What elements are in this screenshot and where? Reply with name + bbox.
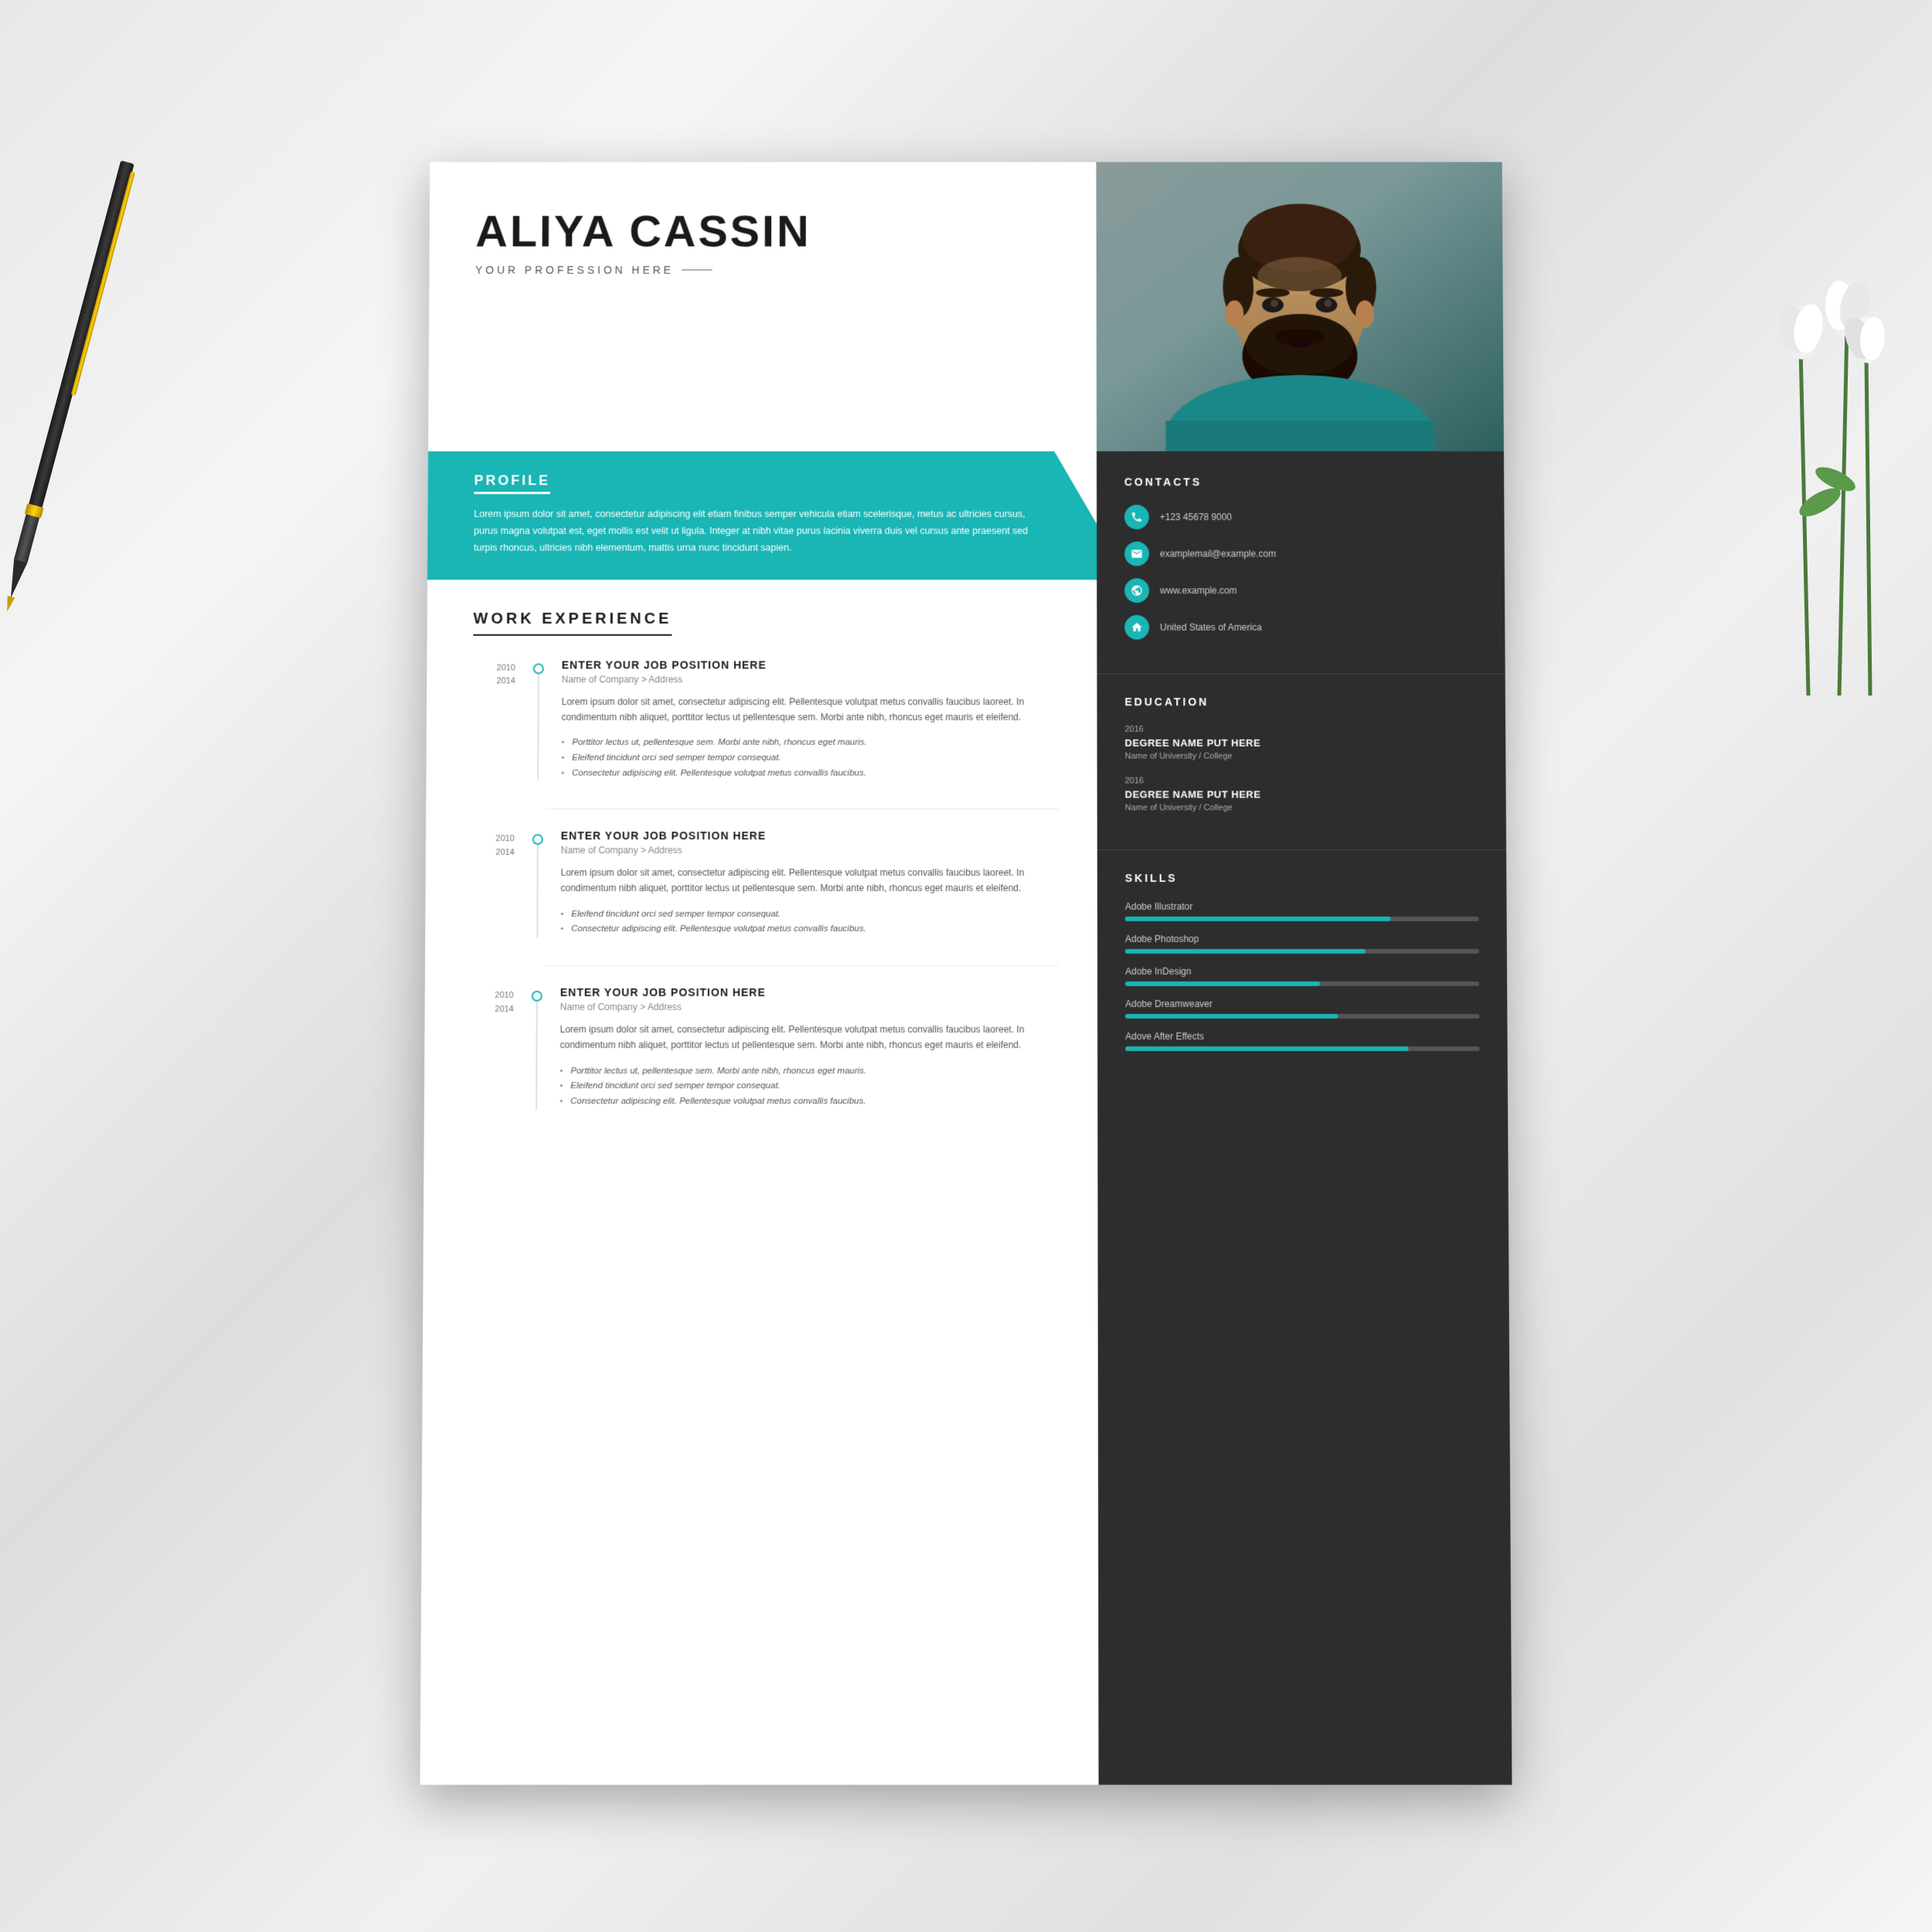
location-icon: [1124, 615, 1149, 640]
skill-bar-bg-2: [1125, 981, 1479, 986]
bullet-item: Consectetur adipiscing elit. Pellentesqu…: [560, 922, 1059, 937]
skill-item-0: Adobe Illustrator: [1125, 901, 1479, 921]
job-bullets-1: Porttitor lectus ut, pellentesque sem. M…: [561, 736, 1059, 781]
bullet-item: Eleifend tincidunt orci sed semper tempo…: [560, 1079, 1059, 1094]
skill-name-3: Adobe Dreamweaver: [1125, 998, 1479, 1009]
resume-document: ALIYA CASSIN YOUR PROFESSION HERE PROFIL…: [420, 162, 1512, 1785]
job-title-3: ENTER YOUR JOB POSITION HERE: [560, 986, 1059, 998]
skill-bar-bg-1: [1125, 949, 1479, 954]
skill-name-0: Adobe Illustrator: [1125, 901, 1479, 912]
edu-year-2: 2016: [1125, 777, 1478, 786]
job-company-3: Name of Company > Address: [560, 1002, 1059, 1012]
job-company-2: Name of Company > Address: [561, 845, 1059, 855]
decorative-tulips: [1747, 155, 1917, 699]
skill-bar-fill-2: [1125, 981, 1320, 986]
job-desc-1: Lorem ipsum dolor sit amet, consectetur …: [561, 694, 1058, 726]
skill-bar-bg-3: [1125, 1014, 1479, 1019]
bullet-item: Porttitor lectus ut, pellentesque sem. M…: [561, 736, 1058, 750]
header-area: ALIYA CASSIN YOUR PROFESSION HERE: [428, 162, 1097, 451]
job-entry-1: 2010 2014 ENTER YOUR JOB POSITION HERE N…: [472, 658, 1058, 781]
scene: ALIYA CASSIN YOUR PROFESSION HERE PROFIL…: [0, 0, 1932, 1932]
email-icon: [1124, 542, 1149, 566]
edu-school-1: Name of University / College: [1125, 752, 1478, 761]
bullet-item: Eleifend tincidunt orci sed semper tempo…: [561, 751, 1059, 766]
email-text: examplemail@example.com: [1160, 549, 1276, 560]
contacts-title: CONTACTS: [1124, 476, 1477, 488]
job-divider-2: [545, 965, 1059, 966]
work-experience-title: WORK EXPERIENCE: [473, 611, 672, 636]
bullet-item: Consectetur adipiscing elit. Pellentesqu…: [560, 1094, 1059, 1110]
job-dot-3: [529, 986, 545, 1110]
edu-entry-1: 2016 DEGREE NAME PUT HERE Name of Univer…: [1124, 725, 1478, 761]
edu-year-1: 2016: [1124, 725, 1478, 734]
job-entry-2: 2010 2014 ENTER YOUR JOB POSITION HERE N…: [471, 829, 1059, 937]
skill-item-2: Adobe InDesign: [1125, 966, 1479, 986]
skill-item-1: Adobe Photoshop: [1125, 934, 1479, 954]
job-content-3: ENTER YOUR JOB POSITION HERE Name of Com…: [560, 986, 1059, 1110]
skill-bar-fill-3: [1125, 1014, 1338, 1019]
contact-web: www.example.com: [1124, 578, 1477, 603]
job-content-2: ENTER YOUR JOB POSITION HERE Name of Com…: [560, 829, 1059, 937]
skill-name-2: Adobe InDesign: [1125, 966, 1479, 977]
skill-item-4: Adove After Effects: [1125, 1031, 1479, 1051]
job-years-1: 2010 2014: [472, 658, 515, 781]
right-panel: CONTACTS +123 45678 9000 examplemail@exa…: [1096, 162, 1512, 1785]
education-title: EDUCATION: [1124, 696, 1478, 708]
edu-school-2: Name of University / College: [1125, 803, 1478, 812]
bullet-item: Consectetur adipiscing elit. Pellentesqu…: [561, 766, 1059, 781]
contact-location: United States of America: [1124, 615, 1477, 640]
job-dot-2: [529, 829, 546, 937]
skill-bar-fill-1: [1125, 949, 1366, 954]
contacts-section: CONTACTS +123 45678 9000 examplemail@exa…: [1097, 451, 1505, 674]
web-text: www.example.com: [1160, 585, 1237, 596]
job-divider-1: [546, 808, 1059, 809]
skill-bar-bg-0: [1125, 917, 1479, 921]
phone-icon: [1124, 505, 1149, 529]
candidate-name: ALIYA CASSIN: [475, 208, 1058, 257]
skill-bar-bg-4: [1125, 1046, 1479, 1051]
contact-phone: +123 45678 9000: [1124, 505, 1477, 529]
profile-text: Lorem ipsum dolor sit amet, consectetur …: [474, 506, 1051, 556]
skill-item-3: Adobe Dreamweaver: [1125, 998, 1479, 1019]
job-company-1: Name of Company > Address: [562, 674, 1059, 685]
skill-name-4: Adove After Effects: [1125, 1031, 1479, 1042]
job-desc-2: Lorem ipsum dolor sit amet, consectetur …: [560, 865, 1058, 896]
bullet-item: Porttitor lectus ut, pellentesque sem. M…: [560, 1064, 1059, 1080]
skill-bar-fill-4: [1125, 1046, 1409, 1051]
job-content-1: ENTER YOUR JOB POSITION HERE Name of Com…: [561, 658, 1059, 781]
edu-degree-1: DEGREE NAME PUT HERE: [1124, 737, 1478, 749]
phone-text: +123 45678 9000: [1160, 512, 1232, 522]
edu-degree-2: DEGREE NAME PUT HERE: [1125, 788, 1478, 800]
job-bullets-2: Eleifend tincidunt orci sed semper tempo…: [560, 907, 1059, 937]
candidate-photo: [1096, 162, 1503, 451]
skills-section: SKILLS Adobe Illustrator Adobe Photoshop…: [1097, 850, 1508, 1085]
education-section: EDUCATION 2016 DEGREE NAME PUT HERE Name…: [1097, 674, 1506, 850]
job-years-3: 2010 2014: [471, 986, 514, 1110]
web-icon: [1124, 578, 1149, 603]
job-years-2: 2010 2014: [471, 829, 515, 937]
skill-name-1: Adobe Photoshop: [1125, 934, 1479, 944]
job-title-1: ENTER YOUR JOB POSITION HERE: [562, 658, 1059, 671]
job-title-2: ENTER YOUR JOB POSITION HERE: [561, 829, 1059, 842]
profile-title: PROFILE: [474, 473, 550, 495]
bullet-item: Eleifend tincidunt orci sed semper tempo…: [560, 907, 1059, 923]
left-panel: ALIYA CASSIN YOUR PROFESSION HERE PROFIL…: [420, 162, 1099, 1785]
location-text: United States of America: [1160, 622, 1262, 633]
job-bullets-3: Porttitor lectus ut, pellentesque sem. M…: [560, 1064, 1059, 1110]
profile-section: PROFILE Lorem ipsum dolor sit amet, cons…: [427, 451, 1097, 580]
job-entry-3: 2010 2014 ENTER YOUR JOB POSITION HERE N…: [471, 986, 1059, 1110]
contact-email: examplemail@example.com: [1124, 542, 1477, 566]
header-text: ALIYA CASSIN YOUR PROFESSION HERE: [428, 162, 1097, 451]
candidate-profession: YOUR PROFESSION HERE: [475, 264, 1058, 276]
decorative-pen: [0, 156, 150, 601]
edu-entry-2: 2016 DEGREE NAME PUT HERE Name of Univer…: [1125, 777, 1478, 813]
skill-bar-fill-0: [1125, 917, 1390, 921]
job-desc-3: Lorem ipsum dolor sit amet, consectetur …: [560, 1022, 1059, 1053]
job-dot-1: [530, 658, 546, 781]
work-experience-section: WORK EXPERIENCE 2010 2014 ENTER YOUR JOB…: [424, 580, 1098, 1138]
skills-title: SKILLS: [1125, 872, 1479, 884]
